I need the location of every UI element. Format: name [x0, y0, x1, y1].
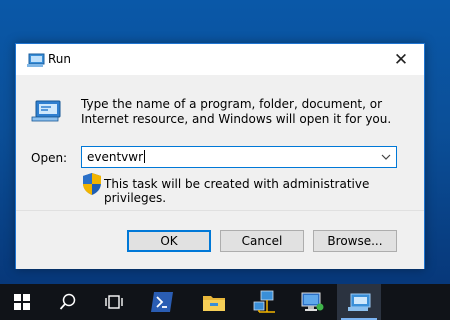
network-icon: [253, 290, 275, 313]
search-icon: [59, 293, 76, 310]
ok-button[interactable]: OK: [127, 230, 211, 252]
open-label: Open:: [31, 151, 68, 165]
taskbar-network[interactable]: [243, 284, 287, 320]
chevron-down-icon[interactable]: [378, 149, 394, 165]
close-icon: ✕: [393, 49, 409, 70]
taskbar-run[interactable]: [337, 284, 381, 320]
admin-notice: This task will be created with administr…: [104, 177, 370, 205]
browse-button[interactable]: Browse...: [313, 230, 397, 252]
search-button[interactable]: [46, 284, 90, 320]
remote-desktop-icon: [301, 292, 324, 311]
uac-shield-icon: [83, 173, 101, 195]
powershell-icon: [151, 292, 173, 312]
run-app-icon: [348, 293, 371, 311]
open-combobox[interactable]: eventvwr: [81, 146, 397, 168]
cancel-button[interactable]: Cancel: [220, 230, 304, 252]
task-view-icon: [105, 295, 123, 309]
run-app-icon: [27, 53, 45, 67]
taskbar: [0, 284, 450, 320]
title-bar[interactable]: Run ✕: [16, 44, 424, 75]
file-explorer-icon: [203, 296, 225, 311]
task-view-button[interactable]: [92, 284, 136, 320]
open-input[interactable]: eventvwr: [87, 150, 145, 164]
taskbar-file-explorer[interactable]: [192, 284, 236, 320]
start-button[interactable]: [0, 284, 44, 320]
dialog-title: Run: [48, 52, 72, 66]
taskbar-powershell[interactable]: [140, 284, 184, 320]
close-button[interactable]: ✕: [378, 44, 424, 75]
dialog-description: Type the name of a program, folder, docu…: [81, 97, 392, 126]
run-program-icon: [31, 100, 61, 122]
run-dialog: Run ✕ Type the name of a program, folder…: [15, 43, 425, 269]
windows-start-icon: [14, 294, 30, 310]
taskbar-remote-desktop[interactable]: [290, 284, 334, 320]
